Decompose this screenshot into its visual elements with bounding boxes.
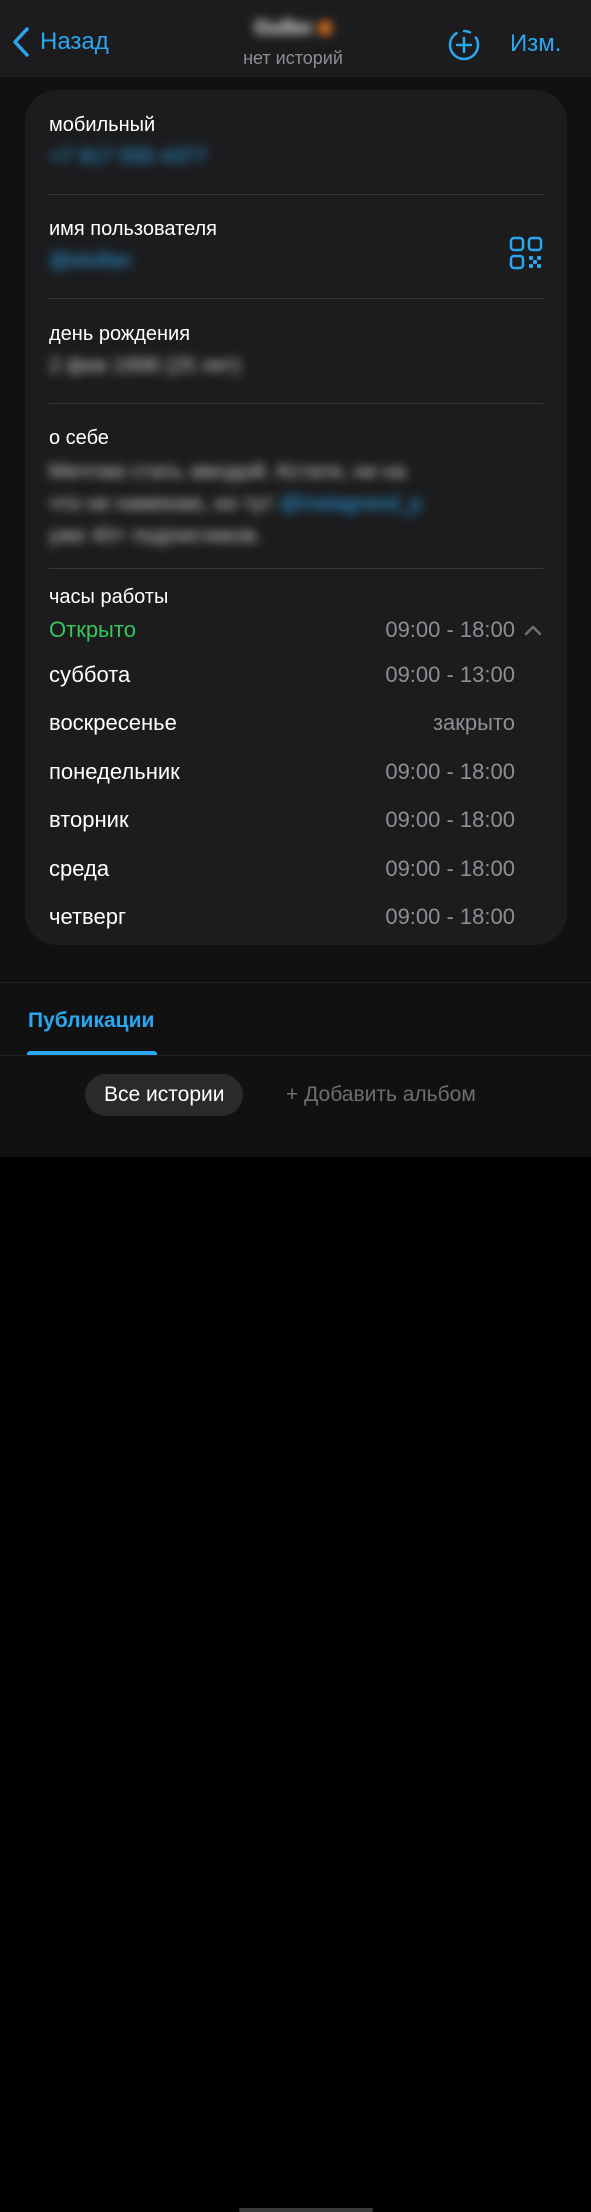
divider (49, 403, 543, 404)
day-name: среда (49, 856, 110, 881)
birthday-value: 2 фев 1998 (25 лет) (49, 354, 242, 377)
day-row: суббота 09:00 - 13:00 (49, 662, 515, 688)
mobile-value: +7 917 555 4377 (49, 145, 208, 168)
about-line: что не намекаю, но тут @instagrand_p (49, 488, 519, 520)
qr-code-icon[interactable] (509, 236, 543, 270)
day-row: вторник 09:00 - 18:00 (49, 807, 515, 833)
back-label: Назад (40, 28, 109, 55)
day-time: 09:00 - 18:00 (385, 856, 515, 881)
chevron-left-icon (13, 27, 29, 57)
day-time: 09:00 - 18:00 (385, 807, 515, 832)
back-button[interactable]: Назад (10, 26, 109, 58)
day-time: 09:00 - 18:00 (385, 904, 515, 929)
about-line: Мечтаю стать звездой. Кстати, ни на (49, 460, 406, 483)
about-text: Мечтаю стать звездой. Кстати, ни на что … (49, 456, 519, 552)
profile-header[interactable]: Gulbo нет историй (180, 14, 406, 69)
about-row[interactable]: о себе Мечтаю стать звездой. Кстати, ни … (49, 427, 543, 552)
open-status: Открыто (49, 617, 136, 642)
premium-badge-icon (317, 21, 332, 35)
day-row: среда 09:00 - 18:00 (49, 856, 515, 882)
day-row: понедельник 09:00 - 18:00 (49, 759, 515, 785)
dashed-circle-plus-icon[interactable] (447, 28, 481, 62)
stories-status: нет историй (243, 48, 343, 68)
username-value: @elvifan (49, 249, 132, 272)
navigation-bar: Назад Gulbo нет историй Изм. (0, 0, 591, 77)
add-album-button[interactable]: + Добавить альбом (286, 1074, 476, 1116)
username-row[interactable]: имя пользователя @elvifan (49, 218, 543, 273)
day-name: воскресенье (49, 710, 177, 735)
day-time: 09:00 - 13:00 (385, 662, 515, 687)
content-tabs: Публикации (0, 982, 591, 1055)
business-hours-header[interactable]: часы работы Открыто 09:00 - 18:00 (49, 586, 543, 643)
day-time: 09:00 - 18:00 (385, 759, 515, 784)
business-hours-label: часы работы (49, 586, 169, 608)
day-name: четверг (49, 904, 126, 929)
day-row: воскресенье закрыто (49, 710, 515, 736)
mobile-label: мобильный (49, 114, 156, 136)
tab-publications[interactable]: Публикации (28, 1009, 154, 1033)
all-stories-chip[interactable]: Все истории (85, 1074, 244, 1116)
day-row: четверг 09:00 - 18:00 (49, 904, 515, 930)
day-name: вторник (49, 807, 129, 832)
chevron-up-icon[interactable] (523, 623, 543, 637)
about-mention-link[interactable]: @instagrand_p (279, 492, 422, 515)
today-hours-text: 09:00 - 18:00 (385, 617, 515, 642)
birthday-label: день рождения (49, 323, 191, 345)
username-label: имя пользователя (49, 218, 217, 240)
info-card: мобильный +7 917 555 4377 имя пользовате… (25, 90, 567, 945)
day-time: закрыто (432, 710, 515, 735)
birthday-row[interactable]: день рождения 2 фев 1998 (25 лет) (49, 323, 543, 378)
about-line-text: что не намекаю, но тут (49, 492, 274, 515)
today-hours: 09:00 - 18:00 (385, 617, 543, 643)
divider (49, 568, 543, 569)
divider (49, 194, 543, 195)
day-name: понедельник (49, 759, 180, 784)
profile-name-text: Gulbo (254, 16, 312, 39)
story-albums-bar: Все истории + Добавить альбом (0, 1055, 591, 2212)
edit-button[interactable]: Изм. (510, 30, 561, 58)
divider (49, 298, 543, 299)
about-label: о себе (49, 427, 109, 449)
day-name: суббота (49, 662, 131, 687)
profile-name: Gulbo (254, 14, 332, 42)
home-indicator (239, 2208, 373, 2212)
mobile-row[interactable]: мобильный +7 917 555 4377 (49, 114, 543, 169)
about-line: уже 40+ подписчиков. (49, 524, 262, 547)
open-status-line: Открыто 09:00 - 18:00 (49, 617, 543, 643)
